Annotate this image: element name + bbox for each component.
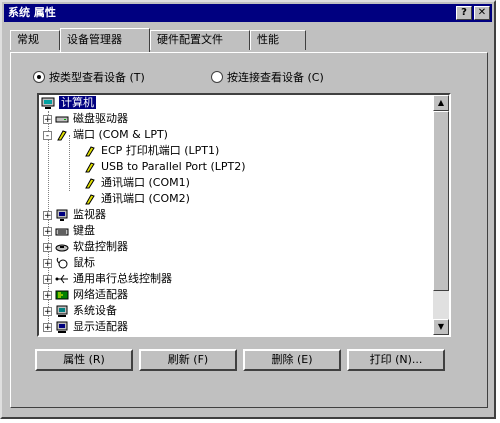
system-device-icon — [56, 305, 68, 317]
tab-hardware-profiles[interactable]: 硬件配置文件 — [150, 30, 250, 50]
tree-item-label: ECP 打印机端口 (LPT1) — [101, 144, 220, 157]
tree-root-computer[interactable]: 计算机 — [41, 95, 96, 111]
remove-button[interactable]: 删除 (E) — [243, 349, 341, 371]
display-adapter-icon — [56, 321, 68, 333]
radio-unselected-icon — [211, 71, 223, 83]
tree-item-label: 通用串行总线控制器 — [73, 272, 172, 285]
tree-item[interactable]: 通讯端口 (COM2) — [83, 191, 190, 207]
system-properties-window: 系统 属性 ? ✕ 常规 设备管理器 硬件配置文件 性能 按类型查看设备 (T)… — [0, 0, 496, 419]
expand-icon[interactable]: + — [43, 242, 52, 252]
expand-icon[interactable]: + — [43, 226, 52, 236]
expand-icon[interactable]: + — [43, 322, 52, 332]
radio-selected-icon — [33, 71, 45, 83]
tree-item[interactable]: + 通用串行总线控制器 — [43, 271, 172, 287]
window-title: 系统 属性 — [8, 6, 56, 19]
port-icon — [85, 146, 95, 157]
tree-item[interactable]: + 磁盘驱动器 — [43, 111, 128, 127]
view-by-type-label: 按类型查看设备 (T) — [49, 71, 145, 84]
title-bar[interactable]: 系统 属性 ? ✕ — [4, 4, 492, 22]
expand-icon[interactable]: + — [43, 290, 52, 300]
expand-icon[interactable]: + — [43, 210, 52, 220]
device-manager-panel: 按类型查看设备 (T) 按连接查看设备 (C) 计算机 + 磁盘驱动器 - 端口 (… — [10, 52, 488, 408]
computer-icon — [41, 97, 55, 109]
view-by-connection-radio[interactable]: 按连接查看设备 (C) — [211, 69, 324, 85]
tree-item[interactable]: + 软盘控制器 — [43, 239, 128, 255]
usb-icon — [55, 274, 68, 284]
view-by-connection-label: 按连接查看设备 (C) — [227, 71, 324, 84]
mouse-icon — [56, 257, 68, 269]
tree-item[interactable]: + 网络适配器 — [43, 287, 128, 303]
tree-item-label: 监视器 — [73, 208, 106, 221]
port-icon — [85, 178, 95, 189]
collapse-icon[interactable]: - — [43, 130, 52, 140]
keyboard-icon — [55, 228, 69, 236]
tree-item-label: 通讯端口 (COM2) — [101, 192, 190, 205]
device-tree[interactable]: 计算机 + 磁盘驱动器 - 端口 (COM & LPT) ECP 打印机端口 (LP… — [37, 93, 451, 337]
tab-general[interactable]: 常规 — [10, 30, 60, 50]
view-by-type-radio[interactable]: 按类型查看设备 (T) — [33, 69, 145, 85]
tree-item-label: 通讯端口 (COM1) — [101, 176, 190, 189]
expand-icon[interactable]: + — [43, 258, 52, 268]
network-adapter-icon — [55, 290, 69, 300]
tree-guide-line — [69, 135, 70, 191]
tree-item[interactable]: - 端口 (COM & LPT) — [43, 127, 168, 143]
tree-root-label: 计算机 — [59, 96, 96, 109]
tree-item-label: 磁盘驱动器 — [73, 112, 128, 125]
port-icon — [85, 194, 95, 205]
tree-item[interactable]: + 系统设备 — [43, 303, 117, 319]
expand-icon[interactable]: + — [43, 306, 52, 316]
tree-item[interactable]: USB to Parallel Port (LPT2) — [83, 159, 246, 175]
tree-item-label: 网络适配器 — [73, 288, 128, 301]
tree-item[interactable]: + 键盘 — [43, 223, 95, 239]
scroll-thumb[interactable] — [433, 111, 449, 291]
tree-item[interactable]: + 鼠标 — [43, 255, 95, 271]
tree-item-label: 端口 (COM & LPT) — [73, 128, 168, 141]
scroll-down-icon[interactable]: ▼ — [433, 319, 449, 335]
tree-item-label: 键盘 — [73, 224, 95, 237]
properties-button[interactable]: 属性 (R) — [35, 349, 133, 371]
tree-item-label: 鼠标 — [73, 256, 95, 269]
tree-item[interactable]: + 显示适配器 — [43, 319, 128, 335]
monitor-icon — [56, 209, 68, 221]
help-button[interactable]: ? — [456, 6, 472, 20]
expand-icon[interactable]: + — [43, 114, 52, 124]
expand-icon[interactable]: + — [43, 274, 52, 284]
tree-item-label: USB to Parallel Port (LPT2) — [101, 160, 246, 173]
refresh-button[interactable]: 刷新 (F) — [139, 349, 237, 371]
vertical-scrollbar[interactable]: ▲ ▼ — [433, 95, 449, 335]
tree-item[interactable]: ECP 打印机端口 (LPT1) — [83, 143, 219, 159]
floppy-controller-icon — [55, 244, 69, 252]
tree-item-label: 系统设备 — [73, 304, 117, 317]
port-icon — [85, 162, 95, 173]
tree-item-label: 显示适配器 — [73, 320, 128, 333]
tab-device-manager[interactable]: 设备管理器 — [60, 28, 150, 52]
tab-performance[interactable]: 性能 — [250, 30, 306, 50]
print-button[interactable]: 打印 (N)... — [347, 349, 445, 371]
scroll-up-icon[interactable]: ▲ — [433, 95, 449, 111]
close-button[interactable]: ✕ — [474, 6, 490, 20]
tree-item-label: 软盘控制器 — [73, 240, 128, 253]
disk-drive-icon — [55, 116, 69, 123]
port-icon — [57, 130, 67, 141]
tree-item[interactable]: 通讯端口 (COM1) — [83, 175, 190, 191]
tree-item[interactable]: + 监视器 — [43, 207, 106, 223]
